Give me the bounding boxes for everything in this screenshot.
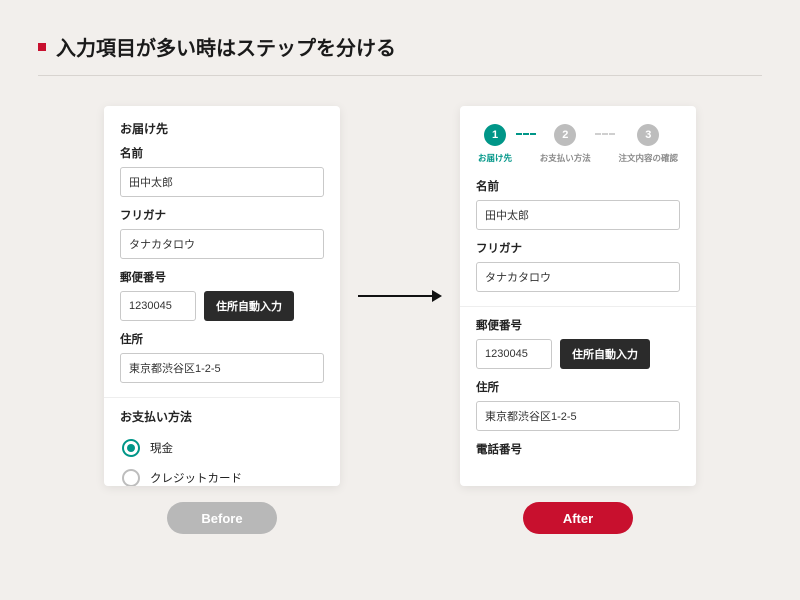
step-number: 2 bbox=[554, 124, 576, 146]
name-value: 田中太郎 bbox=[485, 207, 529, 223]
step-2[interactable]: 2 お支払い方法 bbox=[540, 124, 591, 164]
postal-value: 1230045 bbox=[129, 300, 172, 312]
postal-value: 1230045 bbox=[485, 348, 528, 360]
furigana-value: タナカタロウ bbox=[485, 269, 551, 285]
autofill-button[interactable]: 住所自動入力 bbox=[560, 339, 650, 369]
step-connector bbox=[516, 133, 536, 135]
step-label: お届け先 bbox=[478, 152, 512, 164]
arrow-icon bbox=[358, 106, 442, 486]
step-connector bbox=[595, 133, 615, 135]
after-badge: After bbox=[523, 502, 633, 534]
section-divider bbox=[104, 397, 340, 398]
postal-label: 郵便番号 bbox=[120, 269, 324, 285]
radio-label: クレジットカード bbox=[150, 470, 242, 486]
before-panel: お届け先 名前 田中太郎 フリガナ タナカタロウ 郵便番号 1230045 住所… bbox=[104, 106, 340, 486]
after-column: 1 お届け先 2 お支払い方法 3 注文内容の確認 名前 田中太郎 bbox=[460, 106, 696, 534]
delivery-heading: お届け先 bbox=[120, 120, 324, 137]
stepper: 1 お届け先 2 お支払い方法 3 注文内容の確認 bbox=[478, 124, 678, 164]
step-number: 1 bbox=[484, 124, 506, 146]
radio-option-cash[interactable]: 現金 bbox=[120, 433, 324, 463]
step-1[interactable]: 1 お届け先 bbox=[478, 124, 512, 164]
autofill-button[interactable]: 住所自動入力 bbox=[204, 291, 294, 321]
radio-icon bbox=[122, 469, 140, 486]
address-label: 住所 bbox=[120, 331, 324, 347]
postal-input[interactable]: 1230045 bbox=[476, 339, 552, 369]
postal-label: 郵便番号 bbox=[476, 317, 680, 333]
radio-label: 現金 bbox=[150, 440, 173, 456]
before-column: お届け先 名前 田中太郎 フリガナ タナカタロウ 郵便番号 1230045 住所… bbox=[104, 106, 340, 534]
name-label: 名前 bbox=[120, 145, 324, 161]
before-badge: Before bbox=[167, 502, 277, 534]
address-value: 東京都渋谷区1-2-5 bbox=[485, 408, 577, 424]
postal-input[interactable]: 1230045 bbox=[120, 291, 196, 321]
radio-option-credit[interactable]: クレジットカード bbox=[120, 463, 324, 486]
address-label: 住所 bbox=[476, 379, 680, 395]
radio-icon bbox=[122, 439, 140, 457]
furigana-label: フリガナ bbox=[120, 207, 324, 223]
step-label: お支払い方法 bbox=[540, 152, 591, 164]
address-input[interactable]: 東京都渋谷区1-2-5 bbox=[120, 353, 324, 383]
furigana-label: フリガナ bbox=[476, 240, 680, 256]
step-number: 3 bbox=[637, 124, 659, 146]
furigana-input[interactable]: タナカタロウ bbox=[120, 229, 324, 259]
address-input[interactable]: 東京都渋谷区1-2-5 bbox=[476, 401, 680, 431]
name-value: 田中太郎 bbox=[129, 174, 173, 190]
name-label: 名前 bbox=[476, 178, 680, 194]
section-divider bbox=[460, 306, 696, 307]
after-panel: 1 お届け先 2 お支払い方法 3 注文内容の確認 名前 田中太郎 bbox=[460, 106, 696, 486]
step-3[interactable]: 3 注文内容の確認 bbox=[619, 124, 679, 164]
name-input[interactable]: 田中太郎 bbox=[120, 167, 324, 197]
name-input[interactable]: 田中太郎 bbox=[476, 200, 680, 230]
payment-heading: お支払い方法 bbox=[120, 408, 324, 425]
page-title: 入力項目が多い時はステップを分ける bbox=[56, 32, 396, 61]
phone-label: 電話番号 bbox=[476, 441, 680, 457]
accent-square bbox=[38, 43, 46, 51]
divider bbox=[38, 75, 762, 76]
address-value: 東京都渋谷区1-2-5 bbox=[129, 360, 221, 376]
furigana-input[interactable]: タナカタロウ bbox=[476, 262, 680, 292]
furigana-value: タナカタロウ bbox=[129, 236, 195, 252]
step-label: 注文内容の確認 bbox=[619, 152, 679, 164]
